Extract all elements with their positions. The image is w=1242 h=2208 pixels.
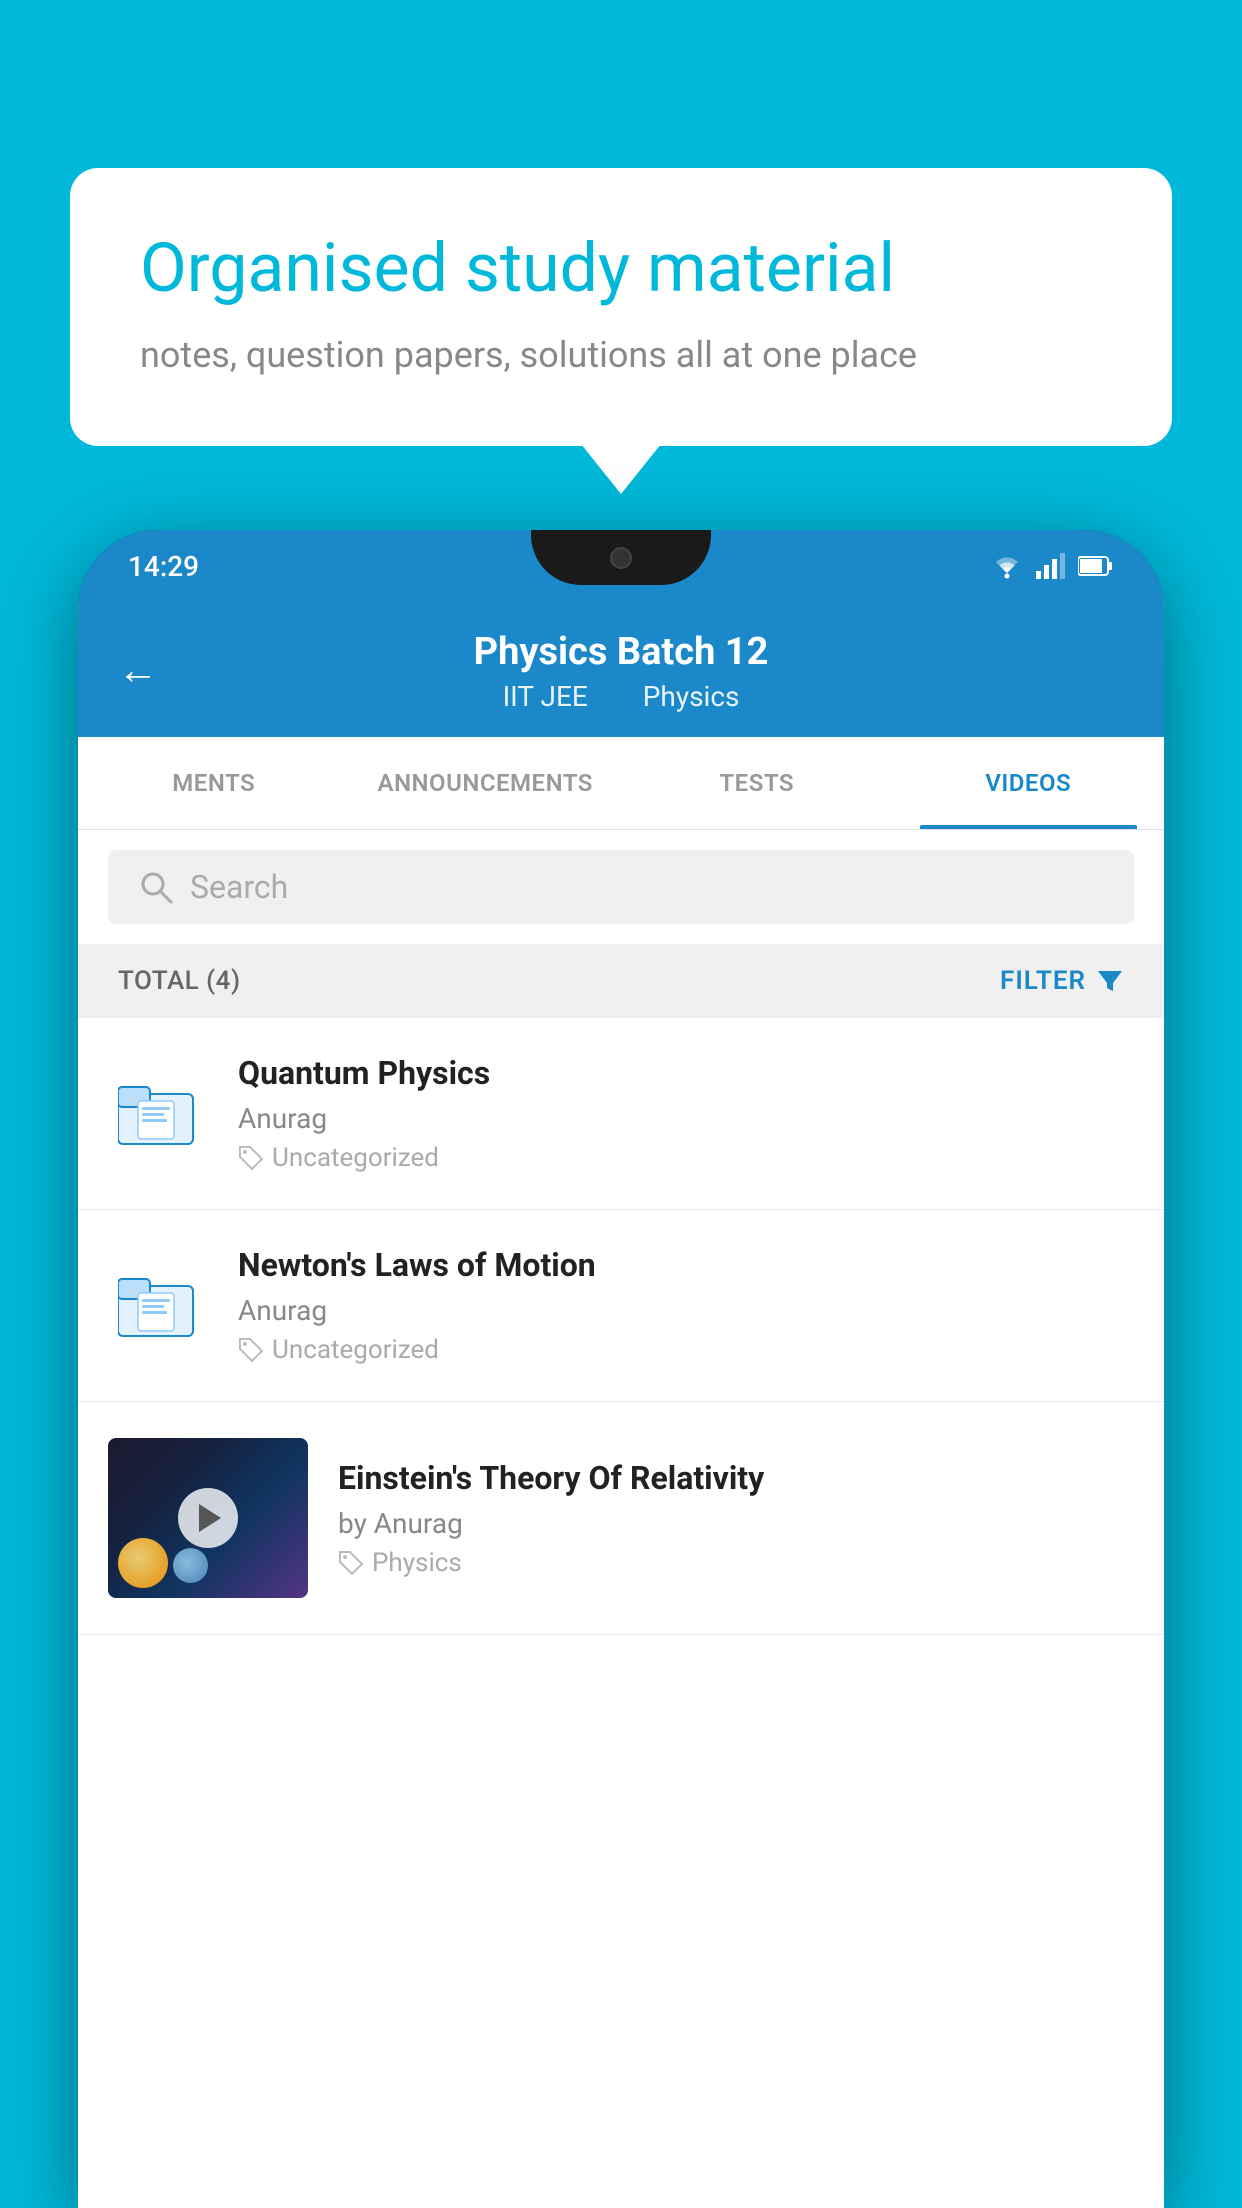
- tag-icon: [238, 1145, 264, 1171]
- filter-button[interactable]: FILTER: [1000, 966, 1124, 996]
- folder-icon-container: [108, 1261, 208, 1351]
- app-bar-title: Physics Batch 12: [474, 630, 769, 674]
- video-title: Quantum Physics: [238, 1054, 1134, 1092]
- tag-icon: [238, 1337, 264, 1363]
- status-time: 14:29: [128, 550, 199, 583]
- total-count: TOTAL (4): [118, 966, 241, 996]
- folder-icon: [118, 1271, 198, 1341]
- phone-screen: ← Physics Batch 12 IIT JEE Physics MENTS…: [78, 602, 1164, 2208]
- tab-bar: MENTS ANNOUNCEMENTS TESTS VIDEOS: [78, 737, 1164, 830]
- tag-text: Physics: [372, 1548, 462, 1578]
- video-thumbnail: [108, 1438, 308, 1598]
- tab-videos[interactable]: VIDEOS: [893, 737, 1165, 829]
- app-bar: ← Physics Batch 12 IIT JEE Physics: [78, 602, 1164, 737]
- phone-frame: 14:29: [78, 530, 1164, 2208]
- signal-icon: [1036, 553, 1066, 579]
- folder-icon-container: [108, 1069, 208, 1159]
- tag-text: Uncategorized: [272, 1143, 439, 1173]
- tab-announcements[interactable]: ANNOUNCEMENTS: [350, 737, 622, 829]
- orb-1: [118, 1538, 168, 1588]
- search-icon: [138, 869, 174, 905]
- video-title: Newton's Laws of Motion: [238, 1246, 1134, 1284]
- tab-tests[interactable]: TESTS: [621, 737, 893, 829]
- orb-2: [173, 1548, 208, 1583]
- video-tag: Physics: [338, 1548, 1134, 1578]
- play-button[interactable]: [178, 1488, 238, 1548]
- notch: [531, 530, 711, 585]
- search-input-container[interactable]: Search: [108, 850, 1134, 924]
- list-item[interactable]: Newton's Laws of Motion Anurag Uncategor…: [78, 1210, 1164, 1402]
- speech-bubble: Organised study material notes, question…: [70, 168, 1172, 446]
- video-title: Einstein's Theory Of Relativity: [338, 1459, 1134, 1497]
- video-author: Anurag: [238, 1294, 1134, 1327]
- subtitle-part2: Physics: [643, 680, 740, 713]
- tag-icon: [338, 1550, 364, 1576]
- filter-bar: TOTAL (4) FILTER: [78, 944, 1164, 1018]
- battery-icon: [1078, 555, 1114, 577]
- video-author: by Anurag: [338, 1507, 1134, 1540]
- list-item[interactable]: Quantum Physics Anurag Uncategorized: [78, 1018, 1164, 1210]
- speech-subtitle: notes, question papers, solutions all at…: [140, 334, 1102, 376]
- video-info: Quantum Physics Anurag Uncategorized: [238, 1054, 1134, 1173]
- back-button[interactable]: ←: [118, 646, 158, 693]
- video-info: Einstein's Theory Of Relativity by Anura…: [338, 1459, 1134, 1578]
- list-item[interactable]: Einstein's Theory Of Relativity by Anura…: [78, 1402, 1164, 1635]
- app-bar-subtitle: IIT JEE Physics: [491, 680, 752, 713]
- folder-icon: [118, 1079, 198, 1149]
- filter-label: FILTER: [1000, 966, 1086, 996]
- status-icons: [990, 553, 1114, 579]
- video-tag: Uncategorized: [238, 1143, 1134, 1173]
- tag-text: Uncategorized: [272, 1335, 439, 1365]
- camera-dot: [610, 547, 632, 569]
- subtitle-part1: IIT JEE: [503, 680, 588, 713]
- wifi-icon: [990, 553, 1024, 579]
- search-bar: Search: [78, 830, 1164, 944]
- status-bar: 14:29: [78, 530, 1164, 602]
- video-author: Anurag: [238, 1102, 1134, 1135]
- thumb-orbs: [118, 1538, 208, 1588]
- tab-ments[interactable]: MENTS: [78, 737, 350, 829]
- video-list: Quantum Physics Anurag Uncategorized: [78, 1018, 1164, 1635]
- speech-title: Organised study material: [140, 228, 1102, 310]
- video-info: Newton's Laws of Motion Anurag Uncategor…: [238, 1246, 1134, 1365]
- play-triangle-icon: [199, 1504, 221, 1532]
- filter-icon: [1096, 967, 1124, 995]
- search-placeholder-text: Search: [190, 868, 288, 906]
- video-tag: Uncategorized: [238, 1335, 1134, 1365]
